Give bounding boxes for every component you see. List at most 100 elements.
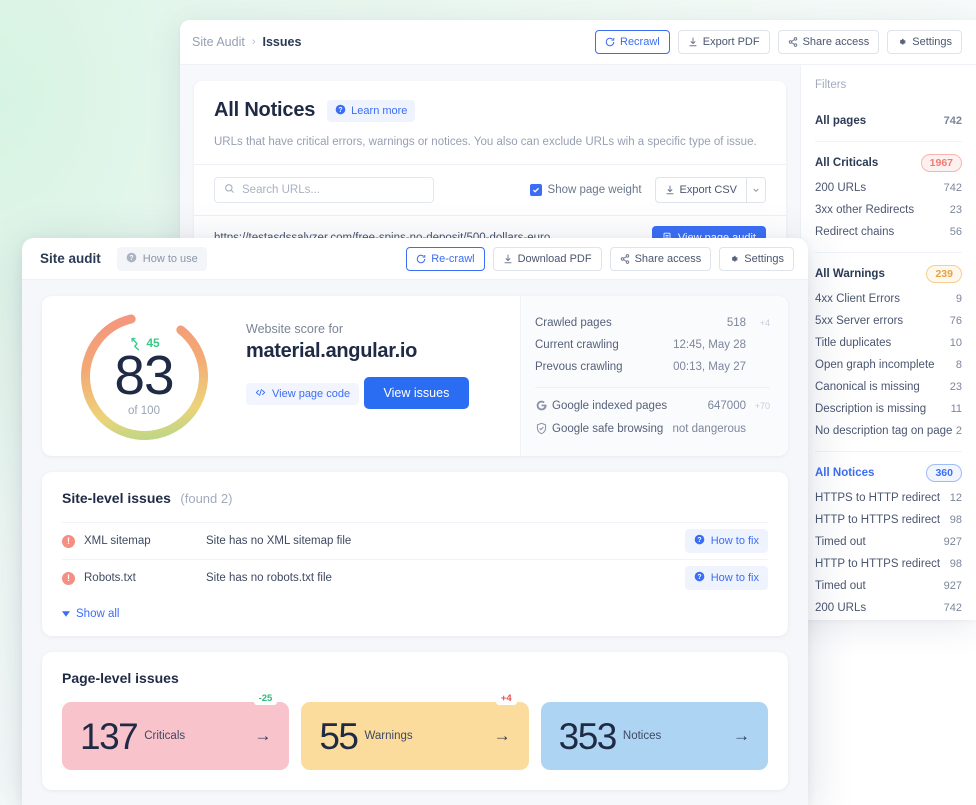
filter-row[interactable]: Title duplicates10 — [815, 332, 962, 354]
recrawl-label: Recrawl — [620, 36, 660, 48]
page-level-issue-card[interactable]: -25137Criticals→ — [62, 702, 289, 770]
filter-row-label: HTTP to HTTPS redirect — [815, 558, 940, 570]
filter-row-value: 742 — [944, 115, 962, 127]
filter-row[interactable]: HTTPS to HTTP redirect12 — [815, 487, 962, 509]
filter-row-label: Timed out — [815, 536, 866, 548]
filter-row[interactable]: Canonical is missing 23 — [815, 376, 962, 398]
filter-row[interactable]: 4xx Client Errors9 — [815, 288, 962, 310]
filter-row[interactable]: 3xx other Redirects23 — [815, 619, 962, 620]
filter-row-label: All Criticals — [815, 157, 878, 169]
stat-value: 518 — [727, 317, 746, 329]
filter-row[interactable]: All Notices360 — [815, 459, 962, 487]
arrow-right-icon[interactable]: → — [733, 726, 750, 746]
filter-row[interactable]: 5xx Server errors76 — [815, 310, 962, 332]
filter-row[interactable]: Redirect chains56 — [815, 221, 962, 243]
how-to-fix-chip[interactable]: ? How to fix — [685, 529, 768, 553]
issue-delta-badge: +4 — [496, 692, 517, 705]
filter-row-value: 23 — [950, 381, 962, 393]
all-notices-title-row: All Notices ? Learn more — [214, 99, 766, 122]
stat-row: Google indexed pages647000+70 — [535, 394, 770, 417]
filter-group: All Criticals1967200 URLs7423xx other Re… — [815, 142, 962, 253]
filter-row-label: All Notices — [815, 467, 874, 479]
filter-row-value: 98 — [950, 558, 962, 570]
re-crawl-label: Re-crawl — [431, 253, 474, 265]
filter-row-value: 927 — [944, 536, 962, 548]
show-all-button[interactable]: Show all — [62, 608, 119, 620]
view-issues-button[interactable]: View issues — [364, 377, 470, 409]
site-level-issues-header: Site-level issues (found 2) — [62, 490, 768, 508]
settings-button[interactable]: Settings — [719, 247, 794, 271]
filter-row[interactable]: HTTP to HTTPS redirect98 — [815, 509, 962, 531]
all-notices-card: All Notices ? Learn more URLs that have … — [194, 81, 786, 260]
download-pdf-button[interactable]: Download PDF — [493, 247, 602, 271]
chevron-down-icon[interactable] — [747, 177, 766, 203]
score-gauge: 45 83 of 100 — [78, 310, 211, 443]
filter-row[interactable]: Timed out 927 — [815, 531, 962, 553]
website-score-card: 45 83 of 100 Website score for material.… — [42, 296, 788, 456]
filter-row-label: 200 URLs — [815, 602, 866, 614]
stat-label: Prevous crawling — [535, 361, 623, 373]
how-to-fix-label: How to fix — [711, 535, 759, 547]
view-page-code-chip[interactable]: View page code — [246, 383, 359, 405]
view-page-code-label: View page code — [272, 388, 350, 400]
site-level-issues-title: Site-level issues — [62, 490, 171, 506]
share-access-button[interactable]: Share access — [610, 247, 712, 271]
site-level-issue-row: !Robots.txtSite has no robots.txt file?H… — [62, 559, 768, 596]
page-level-issue-card[interactable]: +455Warnings→ — [301, 702, 528, 770]
search-input[interactable]: Search URLs... — [214, 177, 434, 203]
page-level-issues-title: Page-level issues — [62, 670, 768, 686]
show-page-weight-checkbox[interactable]: Show page weight — [530, 184, 642, 196]
stat-value: not dangerous — [672, 423, 746, 435]
score-details: Website score for material.angular.io Vi… — [246, 296, 520, 456]
how-to-fix-chip[interactable]: ?How to fix — [685, 566, 768, 590]
site-level-issues-rows: !XML sitemapSite has no XML sitemap file… — [62, 522, 768, 596]
issues-toolbar: Recrawl Export PDF Share access — [595, 30, 962, 54]
score-gauge-container: 45 83 of 100 — [42, 296, 246, 456]
svg-text:?: ? — [129, 254, 133, 261]
share-access-button[interactable]: Share access — [778, 30, 880, 54]
filter-row[interactable]: All Warnings239 — [815, 260, 962, 288]
show-page-weight-label: Show page weight — [548, 184, 642, 196]
arrow-right-icon[interactable]: → — [494, 726, 511, 746]
filter-row-label: Canonical is missing — [815, 381, 920, 393]
breadcrumb-root[interactable]: Site Audit — [192, 35, 245, 49]
show-all-label: Show all — [76, 608, 119, 620]
share-icon — [620, 254, 630, 264]
issue-type-label: Warnings — [364, 730, 412, 742]
export-pdf-button[interactable]: Export PDF — [678, 30, 770, 54]
search-placeholder: Search URLs... — [242, 184, 320, 196]
filter-row[interactable]: Description is missing11 — [815, 398, 962, 420]
help-icon: ? — [694, 534, 705, 548]
filter-row[interactable]: 3xx other Redirects23 — [815, 199, 962, 221]
how-to-use-chip[interactable]: ? How to use — [117, 247, 207, 271]
filter-row[interactable]: Timed out927 — [815, 575, 962, 597]
filter-row[interactable]: HTTP to HTTPS redirect 98 — [815, 553, 962, 575]
alert-icon: ! — [62, 572, 75, 585]
learn-more-chip[interactable]: ? Learn more — [327, 100, 415, 122]
breadcrumb-separator-icon: › — [252, 36, 256, 48]
issue-type-label: Criticals — [144, 730, 185, 742]
filter-row[interactable]: No description tag on page2 — [815, 420, 962, 442]
filter-row[interactable]: 200 URLs742 — [815, 177, 962, 199]
filter-row-label: 3xx other Redirects — [815, 204, 914, 216]
filter-row[interactable]: All pages742 — [815, 110, 962, 132]
breadcrumb-current: Issues — [263, 35, 302, 49]
page-level-issue-cards: -25137Criticals→+455Warnings→353Notices→ — [62, 702, 768, 770]
issue-count: 55 — [319, 718, 357, 755]
issue-count: 353 — [559, 718, 616, 755]
site-audit-toolbar: Re-crawl Download PDF Share access — [406, 247, 794, 271]
filter-row-label: HTTP to HTTPS redirect — [815, 514, 940, 526]
settings-button[interactable]: Settings — [887, 30, 962, 54]
recrawl-button[interactable]: Recrawl — [595, 30, 670, 54]
filter-row[interactable]: 200 URLs742 — [815, 597, 962, 619]
export-csv-button[interactable]: Export CSV — [655, 177, 747, 203]
stat-value: 00:13, May 27 — [673, 361, 746, 373]
stat-label: Current crawling — [535, 339, 619, 351]
website-score-label: Website score for — [246, 322, 520, 336]
filter-row[interactable]: All Criticals1967 — [815, 149, 962, 177]
re-crawl-button[interactable]: Re-crawl — [406, 247, 484, 271]
page-level-issue-card[interactable]: 353Notices→ — [541, 702, 768, 770]
filter-row[interactable]: Open graph incomplete8 — [815, 354, 962, 376]
filter-row-label: Open graph incomplete — [815, 359, 935, 371]
arrow-right-icon[interactable]: → — [254, 726, 271, 746]
